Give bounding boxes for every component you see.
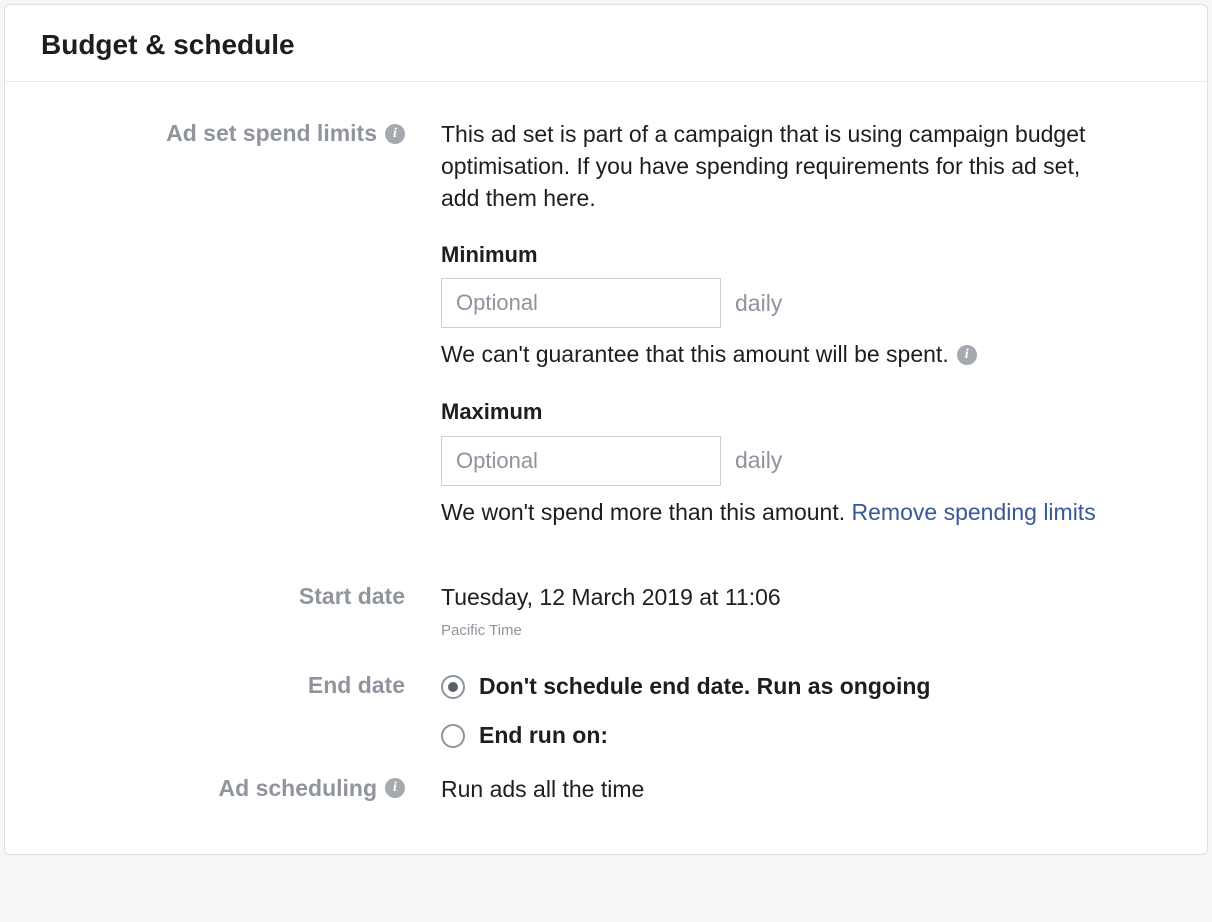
maximum-suffix: daily [735,444,782,477]
ad-scheduling-label-text: Ad scheduling [219,775,377,802]
spend-limits-label-col: Ad set spend limits i [41,118,441,147]
end-date-option-ongoing-label: Don't schedule end date. Run as ongoing [479,670,930,703]
ad-scheduling-label-col: Ad scheduling i [41,773,441,802]
budget-schedule-card: Budget & schedule Ad set spend limits i … [4,4,1208,855]
section-title: Budget & schedule [41,29,1171,61]
radio-icon[interactable] [441,724,465,748]
start-date-label: Start date [299,583,405,610]
card-header: Budget & schedule [5,5,1207,82]
minimum-label: Minimum [441,239,1171,271]
spend-limits-description: This ad set is part of a campaign that i… [441,118,1101,215]
remove-spending-limits-link[interactable]: Remove spending limits [852,496,1096,529]
start-date-label-col: Start date [41,581,441,610]
spend-limits-label-text: Ad set spend limits [166,120,377,147]
minimum-suffix: daily [735,287,782,320]
info-icon[interactable]: i [957,345,977,365]
ad-scheduling-label: Ad scheduling i [219,775,405,802]
end-date-label-col: End date [41,670,441,699]
end-date-option-endrun-label: End run on: [479,719,608,752]
end-date-option-ongoing[interactable]: Don't schedule end date. Run as ongoing [441,670,1171,703]
maximum-helper-text: We won't spend more than this amount. [441,496,845,529]
radio-icon[interactable] [441,675,465,699]
spend-limits-content: This ad set is part of a campaign that i… [441,118,1171,553]
maximum-helper: We won't spend more than this amount. [441,496,845,529]
maximum-input[interactable] [441,436,721,486]
minimum-helper: We can't guarantee that this amount will… [441,338,977,371]
info-icon[interactable]: i [385,124,405,144]
start-date-value: Tuesday, 12 March 2019 at 11:06 [441,581,1171,614]
maximum-input-row: daily [441,436,1171,486]
spend-limits-label: Ad set spend limits i [166,120,405,147]
info-icon[interactable]: i [385,778,405,798]
maximum-label: Maximum [441,396,1171,428]
end-date-content: Don't schedule end date. Run as ongoing … [441,670,1171,769]
end-date-label: End date [308,672,405,699]
minimum-input-row: daily [441,278,1171,328]
end-date-row: End date Don't schedule end date. Run as… [41,670,1171,769]
end-date-option-endrun[interactable]: End run on: [441,719,1171,752]
ad-scheduling-value: Run ads all the time [441,776,644,802]
card-body: Ad set spend limits i This ad set is par… [5,82,1207,854]
start-date-row: Start date Tuesday, 12 March 2019 at 11:… [41,581,1171,642]
minimum-helper-text: We can't guarantee that this amount will… [441,338,949,371]
spend-limits-row: Ad set spend limits i This ad set is par… [41,118,1171,553]
minimum-input[interactable] [441,278,721,328]
start-date-timezone: Pacific Time [441,620,1171,642]
start-date-content: Tuesday, 12 March 2019 at 11:06 Pacific … [441,581,1171,642]
ad-scheduling-row: Ad scheduling i Run ads all the time [41,773,1171,806]
ad-scheduling-content: Run ads all the time [441,773,1171,806]
